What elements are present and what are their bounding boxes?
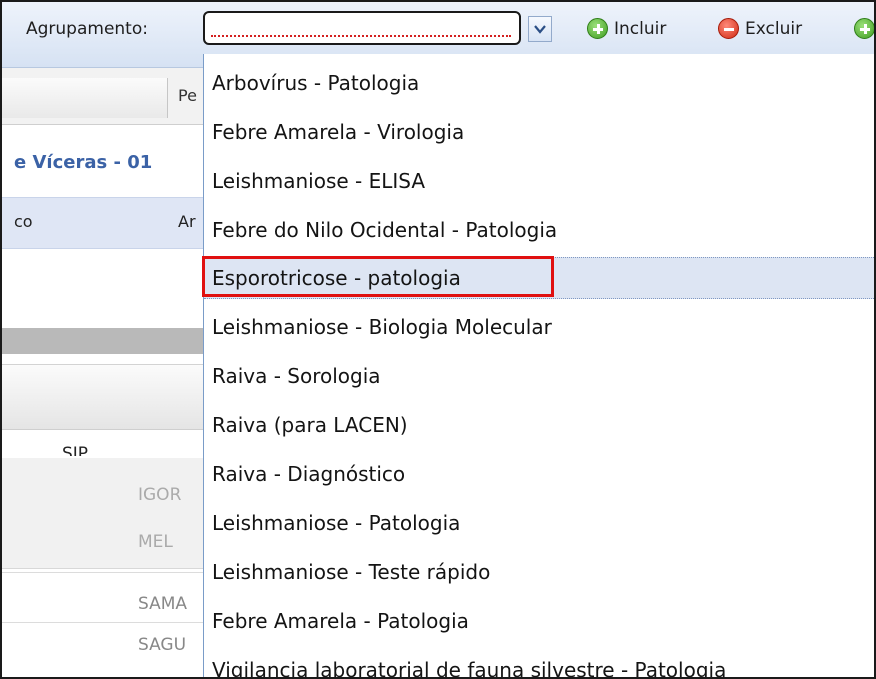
agrupamento-dropdown-list: Arbovírus - Patologia Febre Amarela - Vi… <box>203 54 874 677</box>
dropdown-option[interactable]: Arbovírus - Patologia <box>204 63 874 103</box>
tab-header-cell[interactable] <box>2 78 168 118</box>
remove-icon <box>718 18 739 39</box>
dropdown-option[interactable]: Raiva - Diagnóstico <box>204 454 874 494</box>
next-add-button[interactable] <box>854 18 874 39</box>
ghost-row-4: SAGU <box>138 635 187 655</box>
highlight-box <box>202 256 554 297</box>
chevron-down-icon <box>534 25 546 34</box>
section-title: e Víceras - 01 <box>14 152 153 173</box>
grid-header-cell-left: co <box>14 212 33 231</box>
dropdown-option[interactable]: Raiva (para LACEN) <box>204 405 874 445</box>
dropdown-option[interactable]: Febre do Nilo Ocidental - Patologia <box>204 210 874 250</box>
add-icon <box>854 18 874 39</box>
add-icon <box>587 18 608 39</box>
dropdown-option[interactable]: Leishmaniose - ELISA <box>204 161 874 201</box>
grid-header-cell-right: Ar <box>178 212 196 231</box>
app-window: Pe e Víceras - 01 co Ar SIP IGOR MEL SAM… <box>0 0 876 679</box>
agrupamento-label: Agrupamento: <box>26 19 148 39</box>
include-label: Incluir <box>614 18 667 39</box>
ghost-row-3: SAMA <box>138 594 188 614</box>
include-button[interactable]: Incluir <box>587 18 666 39</box>
exclude-button[interactable]: Excluir <box>718 18 802 39</box>
sip-column-header: SIP <box>62 444 89 456</box>
dropdown-option[interactable]: Raiva - Sorologia <box>204 356 874 396</box>
dropdown-option[interactable]: Leishmaniose - Biologia Molecular <box>204 307 874 347</box>
ghost-row-2: MEL <box>138 532 173 552</box>
dropdown-option[interactable]: Febre Amarela - Virologia <box>204 112 874 152</box>
validation-underline <box>211 35 511 37</box>
dropdown-option[interactable]: Vigilancia laboratorial de fauna silvest… <box>204 650 874 677</box>
ghost-row-1: IGOR <box>138 485 182 505</box>
dropdown-toggle-button[interactable] <box>528 16 552 42</box>
dropdown-option[interactable]: Leishmaniose - Patologia <box>204 503 874 543</box>
agrupamento-combobox-input[interactable] <box>203 11 521 45</box>
tab-header-label: Pe <box>178 86 197 105</box>
dropdown-option[interactable]: Febre Amarela - Patologia <box>204 601 874 641</box>
exclude-label: Excluir <box>745 18 803 39</box>
dropdown-option[interactable]: Leishmaniose - Teste rápido <box>204 552 874 592</box>
